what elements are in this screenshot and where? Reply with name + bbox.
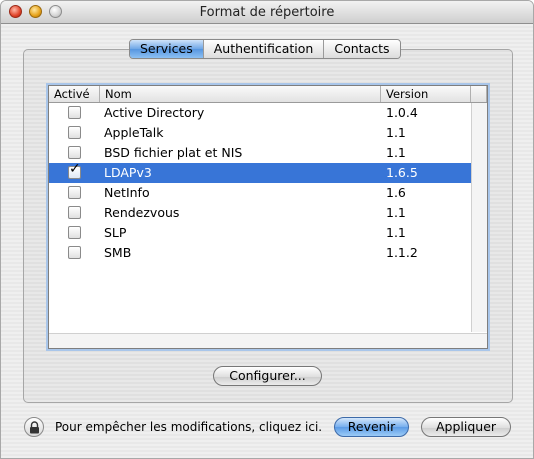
service-version: 1.6 [386,185,406,200]
window: Format de répertoire Services Authentifi… [0,0,534,459]
service-name: LDAPv3 [104,165,152,180]
table-row[interactable]: AppleTalk 1.1 [49,123,487,143]
column-header-active[interactable]: Activé [49,86,100,102]
configure-button[interactable]: Configurer... [213,366,322,386]
service-version: 1.1.2 [386,245,418,260]
window-title: Format de répertoire [199,5,335,20]
table-row[interactable]: Active Directory 1.0.4 [49,103,487,123]
tab-bar: Services Authentification Contacts [129,39,401,59]
lock-message: Pour empêcher les modifications, cliquez… [55,420,323,434]
service-name: AppleTalk [104,125,164,140]
table-header: Activé Nom Version [49,86,487,103]
services-table: Activé Nom Version Active Directory 1.0.4… [48,85,488,349]
service-name: Rendezvous [104,205,180,220]
checkmark-icon: ✓ [69,161,81,177]
service-version: 1.1 [386,225,406,240]
title-bar: Format de répertoire [1,1,533,24]
service-name: SLP [104,225,127,240]
tab-services[interactable]: Services [130,40,204,58]
table-row[interactable]: Rendezvous 1.1 [49,203,487,223]
service-name: SMB [104,245,132,260]
table-row[interactable]: SLP 1.1 [49,223,487,243]
vertical-scrollbar[interactable] [471,103,487,332]
table-rows: Active Directory 1.0.4 AppleTalk 1.1 BSD fic… [49,103,487,263]
enable-checkbox[interactable] [68,186,81,199]
service-version: 1.1 [386,125,406,140]
service-version: 1.0.4 [386,105,418,120]
enable-checkbox[interactable] [68,226,81,239]
enable-checkbox[interactable] [68,206,81,219]
column-header-name[interactable]: Nom [100,86,381,102]
table-row[interactable]: BSD fichier plat et NIS 1.1 [49,143,487,163]
service-name: BSD fichier plat et NIS [104,145,243,160]
enable-checkbox[interactable] [68,246,81,259]
lock-button[interactable] [24,417,44,437]
enable-checkbox[interactable] [68,146,81,159]
enable-checkbox[interactable] [68,126,81,139]
tab-contacts[interactable]: Contacts [324,40,400,58]
apply-button[interactable]: Appliquer [421,417,511,437]
service-version: 1.1 [386,205,406,220]
service-version: 1.1 [386,145,406,160]
service-name: Active Directory [104,105,205,120]
column-header-version[interactable]: Version [381,86,471,102]
tab-authentification[interactable]: Authentification [203,40,325,58]
enable-checkbox[interactable] [68,106,81,119]
lock-icon [30,421,39,434]
table-row[interactable]: ✓ LDAPv3 1.6.5 [49,162,487,183]
column-header-extra [471,86,487,102]
horizontal-scrollbar[interactable] [49,333,487,348]
enable-checkbox[interactable]: ✓ [68,162,81,179]
revert-button[interactable]: Revenir [334,417,409,437]
table-row[interactable]: NetInfo 1.6 [49,183,487,203]
table-row[interactable]: SMB 1.1.2 [49,243,487,263]
service-version: 1.6.5 [386,165,418,180]
service-name: NetInfo [104,185,150,200]
